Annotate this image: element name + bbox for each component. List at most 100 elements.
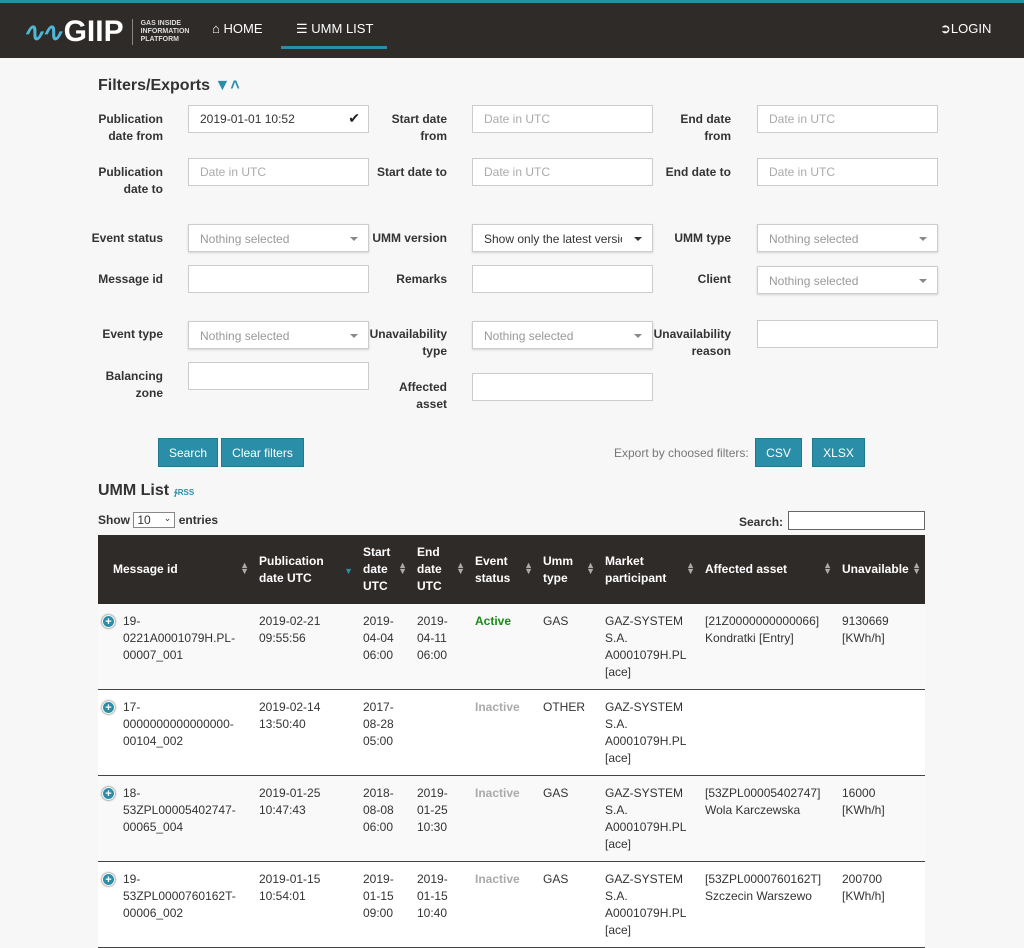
cell-type: GAS bbox=[537, 604, 599, 690]
cell-asset: [53ZPL00005402747] Wola Karczewska bbox=[699, 775, 836, 862]
label-client: Client bbox=[697, 272, 731, 286]
cell-unavailable: 16000 [KWh/h] bbox=[836, 775, 925, 862]
expand-row-icon[interactable]: + bbox=[102, 615, 115, 628]
label-remarks: Remarks bbox=[396, 272, 447, 286]
cell-asset bbox=[699, 689, 836, 776]
nav-home[interactable]: ⌂ HOME bbox=[212, 21, 262, 36]
cell-id: +19- 53ZPL0000760162T- 00006_002 bbox=[98, 861, 253, 948]
cell-participant: GAZ-SYSTEM S.A. A0001079H.PL [ace] bbox=[599, 689, 699, 776]
nav-umm-list[interactable]: ☰ UMM LIST bbox=[296, 21, 373, 37]
umm-table: Message id ▲ ▼ Publication date UTC ▼ Start dat… bbox=[98, 535, 925, 948]
cell-asset: [21Z0000000000066] Kondratki [Entry] bbox=[699, 604, 836, 690]
event-type-select[interactable]: Nothing selected bbox=[188, 321, 369, 349]
table-row[interactable]: +19- 0221A0001079H.PL- 00007_001 2019-02-21… bbox=[98, 604, 925, 690]
caret-down-icon bbox=[919, 279, 927, 283]
cell-end bbox=[411, 689, 469, 776]
label-pub-from: Publication date from bbox=[98, 112, 163, 143]
column-header[interactable]: Event status ▲ ▼ bbox=[469, 535, 537, 604]
sort-icon: ▲ ▼ bbox=[586, 560, 595, 576]
message-id-input[interactable] bbox=[188, 265, 369, 293]
sort-icon: ▲ ▼ bbox=[912, 560, 921, 576]
cell-start: 2017- 08-28 05:00 bbox=[357, 689, 411, 776]
login-icon: ➲ bbox=[940, 21, 951, 36]
umm-version-select[interactable]: Show only the latest version bbox=[472, 224, 653, 252]
cell-participant: GAZ-SYSTEM S.A. A0001079H.PL [ace] bbox=[599, 604, 699, 690]
cell-unavailable bbox=[836, 689, 925, 776]
start-date-to-input[interactable]: Date in UTC bbox=[472, 158, 653, 186]
label-umm-type: UMM type bbox=[674, 231, 731, 245]
publication-date-from-input[interactable]: 2019-01-01 10:52 ✔ bbox=[188, 105, 369, 133]
label-event-status: Event status bbox=[91, 231, 163, 245]
caret-down-icon bbox=[634, 237, 642, 241]
sort-icon: ▲ ▼ bbox=[240, 560, 249, 576]
client-select[interactable]: Nothing selected bbox=[757, 266, 938, 294]
end-date-to-input[interactable]: Date in UTC bbox=[757, 158, 938, 186]
publication-date-to-input[interactable]: Date in UTC bbox=[188, 158, 369, 186]
balancing-zone-input[interactable] bbox=[188, 362, 369, 390]
cell-id: +17- 0000000000000000- 00104_002 bbox=[98, 689, 253, 776]
cell-pub: 2019-02-21 09:55:56 bbox=[253, 604, 357, 690]
search-button[interactable]: Search bbox=[158, 438, 218, 467]
filter-collapse-icon[interactable]: ▼˄ bbox=[214, 77, 239, 94]
start-date-from-input[interactable]: Date in UTC bbox=[472, 105, 653, 133]
unavailability-type-select[interactable]: Nothing selected bbox=[472, 321, 653, 349]
export-label: Export by choosed filters: bbox=[614, 446, 749, 460]
entries-select[interactable]: 10 ⌄ bbox=[133, 512, 176, 528]
flame-icon: ∿∿ bbox=[22, 16, 63, 47]
sort-icon: ▲ ▼ bbox=[686, 560, 695, 576]
expand-row-icon[interactable]: + bbox=[102, 787, 115, 800]
csv-button[interactable]: CSV bbox=[755, 438, 802, 467]
event-status-select[interactable]: Nothing selected bbox=[188, 224, 369, 252]
label-message-id: Message id bbox=[98, 272, 163, 286]
expand-row-icon[interactable]: + bbox=[102, 701, 115, 714]
column-header[interactable]: Umm type ▲ ▼ bbox=[537, 535, 599, 604]
cell-start: 2019- 01-15 09:00 bbox=[357, 861, 411, 948]
label-unavailability-reason: Unavailability reason bbox=[653, 327, 731, 358]
label-start-from: Start date from bbox=[391, 112, 447, 143]
remarks-input[interactable] bbox=[472, 265, 653, 293]
column-header[interactable]: Start date UTC ▲ ▼ bbox=[357, 535, 411, 604]
cell-end: 2019- 01-15 10:40 bbox=[411, 861, 469, 948]
table-search-label: Search: bbox=[739, 515, 784, 529]
column-header[interactable]: Affected asset ▲ ▼ bbox=[699, 535, 836, 604]
rss-link[interactable]: ∱RSS bbox=[174, 488, 195, 497]
cell-asset: [53ZPL0000760162T] Szczecin Warszewo bbox=[699, 861, 836, 948]
table-row[interactable]: +17- 0000000000000000- 00104_002 2019-02-14… bbox=[98, 689, 925, 776]
cell-type: GAS bbox=[537, 861, 599, 948]
label-unavailability-type: Unavailability type bbox=[369, 327, 447, 358]
cell-status: Inactive bbox=[469, 689, 537, 776]
label-end-to: End date to bbox=[665, 165, 731, 179]
sort-desc-icon: ▼ bbox=[344, 566, 353, 576]
cell-start: 2019- 04-04 06:00 bbox=[357, 604, 411, 690]
cell-id: +18- 53ZPL00005402747- 00065_004 bbox=[98, 775, 253, 862]
xlsx-button[interactable]: XLSX bbox=[812, 438, 865, 467]
umm-type-select[interactable]: Nothing selected bbox=[757, 224, 938, 252]
column-header[interactable]: Message id ▲ ▼ bbox=[98, 535, 253, 604]
login-link[interactable]: ➲LOGIN bbox=[940, 21, 991, 37]
unavailability-reason-input[interactable] bbox=[757, 320, 938, 348]
column-header[interactable]: Market participant ▲ ▼ bbox=[599, 535, 699, 604]
caret-down-icon bbox=[919, 237, 927, 241]
affected-asset-input[interactable] bbox=[472, 373, 653, 401]
table-row[interactable]: +19- 53ZPL0000760162T- 00006_002 2019-01-15… bbox=[98, 861, 925, 948]
top-navbar: ∿∿ GIIP GAS INSIDE INFORMATION PLATFORM ⌂ … bbox=[0, 0, 1024, 58]
caret-down-icon bbox=[350, 237, 358, 241]
end-date-from-input[interactable]: Date in UTC bbox=[757, 105, 938, 133]
cell-pub: 2019-02-14 13:50:40 bbox=[253, 689, 357, 776]
column-header[interactable]: Unavailable ▲ ▼ bbox=[836, 535, 925, 604]
cell-status: Inactive bbox=[469, 775, 537, 862]
filters-title[interactable]: Filters/Exports ▼˄ bbox=[98, 77, 240, 95]
clear-filters-button[interactable]: Clear filters bbox=[221, 438, 304, 467]
column-header[interactable]: End date UTC ▲ ▼ bbox=[411, 535, 469, 604]
home-icon: ⌂ bbox=[212, 21, 220, 36]
table-row[interactable]: +18- 53ZPL00005402747- 00065_004 2019-01-25… bbox=[98, 775, 925, 862]
cell-type: OTHER bbox=[537, 689, 599, 776]
expand-row-icon[interactable]: + bbox=[102, 873, 115, 886]
giip-logo[interactable]: ∿∿ GIIP GAS INSIDE INFORMATION PLATFORM bbox=[22, 15, 189, 49]
column-header[interactable]: Publication date UTC ▼ bbox=[253, 535, 357, 604]
logo-tagline: GAS INSIDE INFORMATION PLATFORM bbox=[140, 20, 190, 43]
label-balancing-zone: Balancing zone bbox=[105, 369, 163, 400]
table-search-input[interactable] bbox=[788, 511, 925, 530]
label-end-from: End date from bbox=[680, 112, 731, 143]
label-umm-version: UMM version bbox=[372, 231, 447, 245]
